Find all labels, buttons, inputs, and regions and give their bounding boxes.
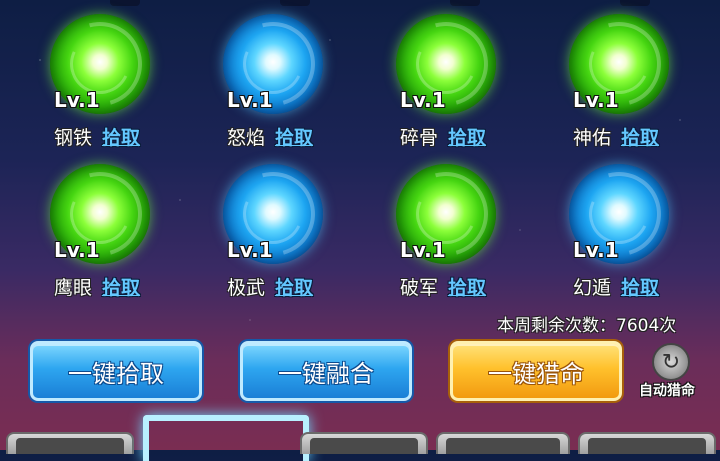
pickup-link[interactable]: 拾取	[621, 123, 659, 150]
bottom-tab-3[interactable]	[300, 432, 428, 454]
orb-level: Lv.1	[227, 88, 273, 112]
orb-level: Lv.1	[227, 238, 273, 262]
orb-name: 神佑	[573, 127, 612, 149]
orb-name: 碎骨	[400, 127, 439, 149]
pickup-link[interactable]: 拾取	[448, 273, 486, 300]
pickup-link[interactable]: 拾取	[275, 123, 313, 150]
orb-name: 极武	[227, 277, 266, 299]
orb-level: Lv.1	[54, 88, 100, 112]
pickup-all-button[interactable]: 一键拾取	[30, 341, 202, 401]
orb-slot[interactable]: Lv.1 神佑 拾取	[519, 0, 677, 149]
auto-hunt-label[interactable]: 自动猎命	[639, 380, 695, 400]
bottom-tab-1[interactable]	[6, 432, 134, 454]
orb-name: 幻遁	[573, 277, 612, 299]
orb-slot[interactable]: Lv.1 破军 拾取	[346, 150, 504, 299]
orb-slot[interactable]: Lv.1 怒焰 拾取	[173, 0, 331, 149]
orb-name: 破军	[400, 277, 439, 299]
orb-level: Lv.1	[54, 238, 100, 262]
bottom-tab-4[interactable]	[436, 432, 570, 454]
pickup-link[interactable]: 拾取	[275, 273, 313, 300]
orb-name: 鹰眼	[54, 277, 93, 299]
orb-level: Lv.1	[573, 88, 619, 112]
pickup-link[interactable]: 拾取	[621, 273, 659, 300]
orb-slot[interactable]: Lv.1 幻遁 拾取	[519, 150, 677, 299]
pickup-link[interactable]: 拾取	[102, 273, 140, 300]
orb-slot[interactable]: Lv.1 极武 拾取	[173, 150, 331, 299]
pickup-link[interactable]: 拾取	[448, 123, 486, 150]
weekly-remaining-count: 本周剩余次数：7604次	[497, 316, 677, 336]
orb-level: Lv.1	[400, 88, 446, 112]
orb-level: Lv.1	[573, 238, 619, 262]
orb-name: 怒焰	[227, 127, 266, 149]
orb-slot[interactable]: Lv.1 钢铁 拾取	[0, 0, 158, 149]
orb-level: Lv.1	[400, 238, 446, 262]
auto-hunt-refresh-icon[interactable]: ↻	[652, 343, 690, 381]
pickup-link[interactable]: 拾取	[102, 123, 140, 150]
orb-slot[interactable]: Lv.1 碎骨 拾取	[346, 0, 504, 149]
merge-all-button[interactable]: 一键融合	[240, 341, 412, 401]
orb-slot[interactable]: Lv.1 鹰眼 拾取	[0, 150, 158, 299]
hunt-all-button[interactable]: 一键猎命	[450, 341, 622, 401]
bottom-tab-5[interactable]	[578, 432, 716, 454]
selected-tab-highlight	[143, 415, 309, 461]
orb-name: 钢铁	[54, 127, 93, 149]
